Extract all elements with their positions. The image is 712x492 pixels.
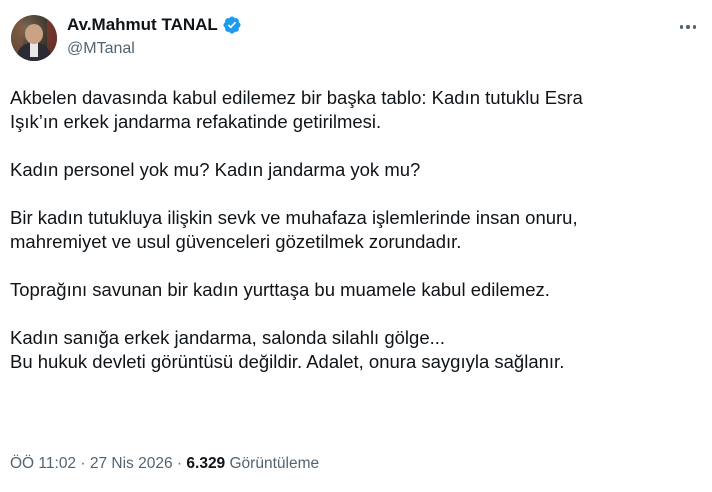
author-handle[interactable]: @MTanal: [67, 40, 135, 58]
more-horizontal-icon-dot: [692, 25, 697, 29]
tweet-line: Toprağını savunan bir kadın yurttaşa bu …: [10, 279, 550, 300]
avatar-shirt: [30, 43, 38, 57]
tweet-line: Akbelen davasında kabul edilemez bir baş…: [10, 87, 583, 108]
verified-badge-icon[interactable]: [222, 15, 242, 35]
tweet-line: mahremiyet ve usul güvenceleri gözetilme…: [10, 231, 462, 252]
tweet-line: Bir kadın tutukluya ilişkin sevk ve muha…: [10, 207, 578, 228]
tweet-line: Bu hukuk devleti görüntüsü değildir. Ada…: [10, 351, 565, 372]
meta-separator: ·: [80, 455, 86, 472]
author-display-name[interactable]: Av.Mahmut TANAL: [67, 15, 218, 35]
views-count: 6.329: [186, 455, 226, 472]
tweet-line: Kadın sanığa erkek jandarma, salonda sil…: [10, 327, 446, 348]
tweet-paragraph: Bir kadın tutukluya ilişkin sevk ve muha…: [10, 206, 690, 254]
views-label: Görüntüleme: [229, 455, 320, 472]
tweet-line: Kadın personel yok mu? Kadın jandarma yo…: [10, 159, 421, 180]
tweet-paragraph: Kadın personel yok mu? Kadın jandarma yo…: [10, 158, 690, 182]
tweet-paragraph: Kadın sanığa erkek jandarma, salonda sil…: [10, 326, 690, 374]
more-horizontal-icon-dot: [686, 25, 690, 29]
tweet-text: Akbelen davasında kabul edilemez bir baş…: [10, 86, 690, 374]
tweet-paragraph: Toprağını savunan bir kadın yurttaşa bu …: [10, 278, 690, 302]
tweet-paragraph: Akbelen davasında kabul edilemez bir baş…: [10, 86, 690, 134]
more-options-button[interactable]: [678, 17, 698, 37]
tweet-date[interactable]: 27 Nis 2026: [90, 455, 173, 472]
author-name-row: Av.Mahmut TANAL: [67, 14, 242, 36]
more-horizontal-icon: [679, 25, 684, 29]
meta-separator: ·: [176, 455, 183, 472]
avatar[interactable]: [11, 15, 57, 61]
tweet-line: Işık’ın erkek jandarma refakatinde getir…: [10, 111, 382, 132]
avatar-face: [25, 24, 43, 44]
tweet-time[interactable]: ÖÖ 11:02: [10, 455, 76, 472]
tweet-meta: ÖÖ 11:02 · 27 Nis 2026 · 6.329 Görüntüle…: [10, 455, 319, 473]
